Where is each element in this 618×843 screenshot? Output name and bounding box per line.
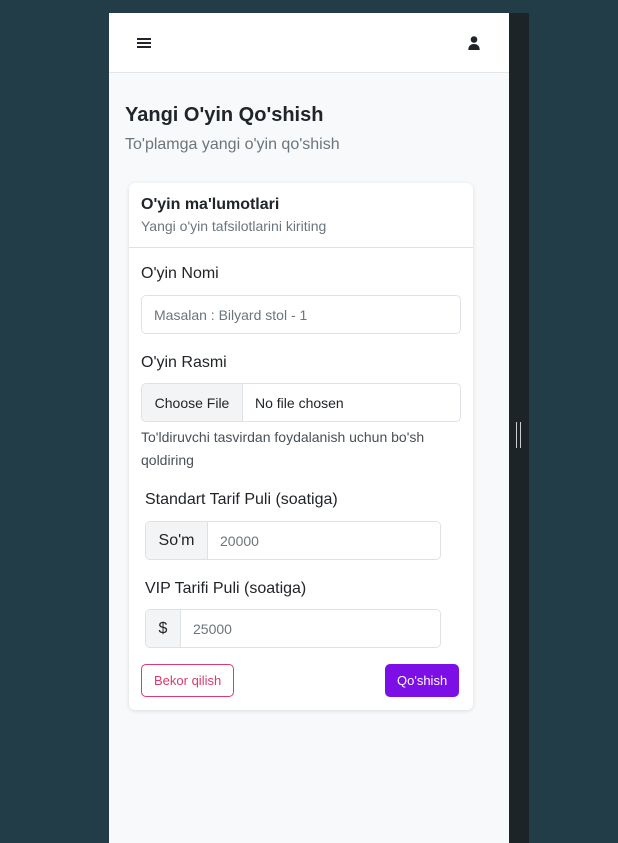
top-navbar bbox=[109, 13, 509, 73]
card-title: O'yin ma'lumotlari bbox=[141, 196, 280, 213]
standard-rate-group: So'm bbox=[145, 521, 441, 560]
game-image-file-input[interactable]: Choose File No file chosen bbox=[141, 383, 461, 422]
standard-rate-input[interactable] bbox=[208, 522, 440, 559]
page-subtitle: To'plamga yangi o'yin qo'shish bbox=[125, 136, 340, 153]
game-image-label: O'yin Rasmi bbox=[141, 354, 227, 371]
game-name-label: O'yin Nomi bbox=[141, 265, 219, 282]
currency-addon-som: So'm bbox=[146, 522, 208, 559]
app-viewport: Yangi O'yin Qo'shish To'plamga yangi o'y… bbox=[109, 13, 509, 843]
card-subtitle: Yangi o'yin tafsilotlarini kiriting bbox=[141, 218, 327, 234]
resize-handle[interactable] bbox=[516, 422, 521, 448]
submit-button[interactable]: Qo'shish bbox=[385, 664, 460, 697]
page-title: Yangi O'yin Qo'shish bbox=[125, 104, 324, 126]
game-form-card: O'yin ma'lumotlari Yangi o'yin tafsilotl… bbox=[129, 183, 473, 710]
vip-rate-input[interactable] bbox=[181, 610, 440, 647]
card-header: O'yin ma'lumotlari Yangi o'yin tafsilotl… bbox=[129, 183, 473, 248]
vip-rate-group: $ bbox=[145, 609, 441, 648]
image-help-text: To'ldiruvchi tasvirdan foydalanish uchun… bbox=[141, 429, 425, 468]
choose-file-button[interactable]: Choose File bbox=[142, 384, 243, 421]
standard-rate-label: Standart Tarif Puli (soatiga) bbox=[145, 491, 338, 508]
vip-rate-label: VIP Tarifi Puli (soatiga) bbox=[145, 580, 307, 597]
user-profile-icon[interactable] bbox=[460, 29, 488, 57]
file-status-text: No file chosen bbox=[255, 394, 344, 411]
cancel-button[interactable]: Bekor qilish bbox=[141, 664, 235, 697]
currency-addon-dollar: $ bbox=[146, 610, 181, 647]
hamburger-menu-icon[interactable] bbox=[130, 29, 158, 57]
game-name-input[interactable] bbox=[141, 295, 461, 334]
